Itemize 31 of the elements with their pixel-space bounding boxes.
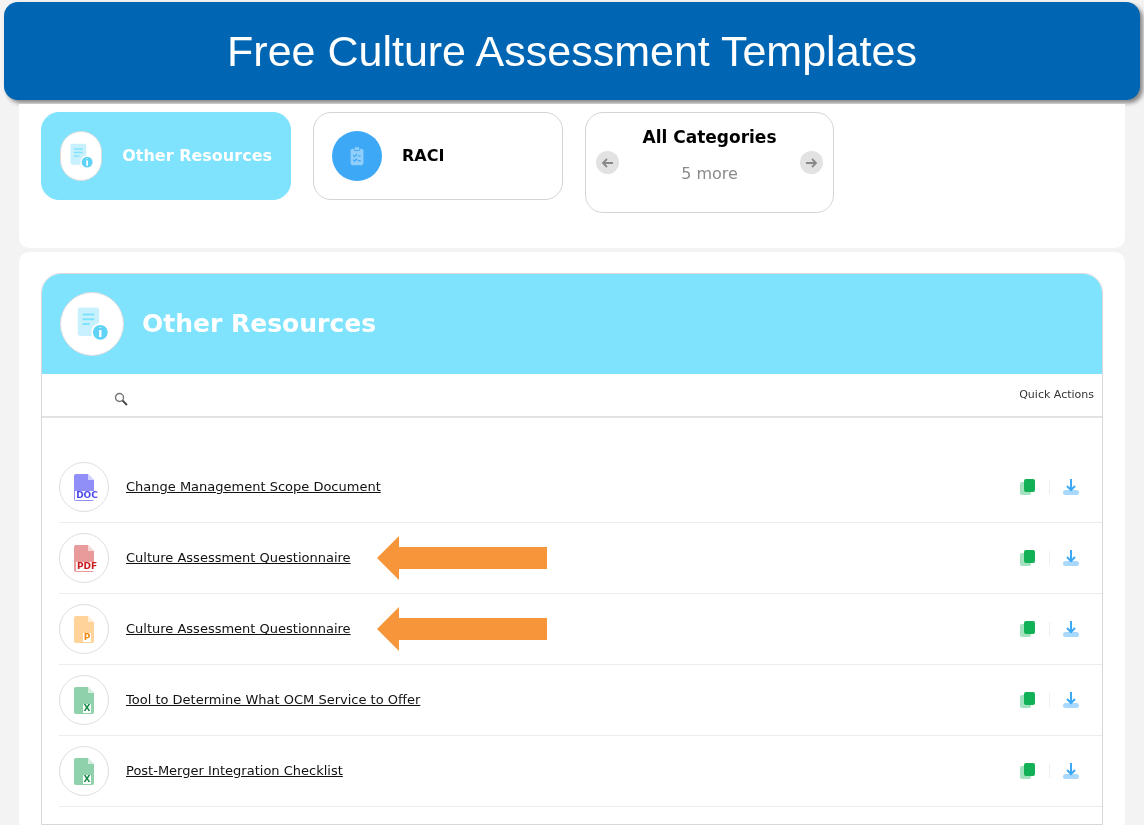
category-label: All Categories (642, 125, 777, 149)
section-title: Other Resources (142, 308, 377, 341)
category-label: Other Resources (122, 145, 272, 167)
file-type-icon: P (59, 604, 109, 654)
copy-icon[interactable] (1019, 549, 1037, 567)
more-count: 5 more (681, 163, 738, 186)
download-icon[interactable] (1062, 620, 1080, 638)
download-icon[interactable] (1062, 691, 1080, 709)
page-title: Free Culture Assessment Templates (227, 29, 917, 73)
download-icon[interactable] (1062, 762, 1080, 780)
copy-icon[interactable] (1019, 762, 1037, 780)
document-link[interactable]: Culture Assessment Questionnaire (126, 548, 351, 568)
file-type-icon: DOC (59, 462, 109, 512)
document-link[interactable]: Culture Assessment Questionnaire (126, 619, 351, 639)
download-icon[interactable] (1062, 478, 1080, 496)
download-icon[interactable] (1062, 549, 1080, 567)
file-type-icon: X (59, 675, 109, 725)
document-link[interactable]: Post-Merger Integration Checklist (126, 761, 343, 781)
category-card[interactable]: RACI (313, 112, 563, 200)
document-info-icon (67, 142, 96, 170)
document-link[interactable]: Change Management Scope Document (126, 477, 381, 497)
copy-icon[interactable] (1019, 620, 1037, 638)
column-header: Quick Actions (1019, 386, 1094, 403)
copy-icon[interactable] (1019, 478, 1037, 496)
document-link[interactable]: Tool to Determine What OCM Service to Offer (126, 690, 421, 710)
file-type-icon: X (59, 746, 109, 796)
copy-icon[interactable] (1019, 691, 1037, 709)
file-type-icon: PDF (59, 533, 109, 583)
category-label: RACI (402, 145, 445, 167)
category-carousel-card[interactable]: All Categories 5 more (585, 112, 834, 213)
search-icon[interactable] (114, 392, 128, 406)
